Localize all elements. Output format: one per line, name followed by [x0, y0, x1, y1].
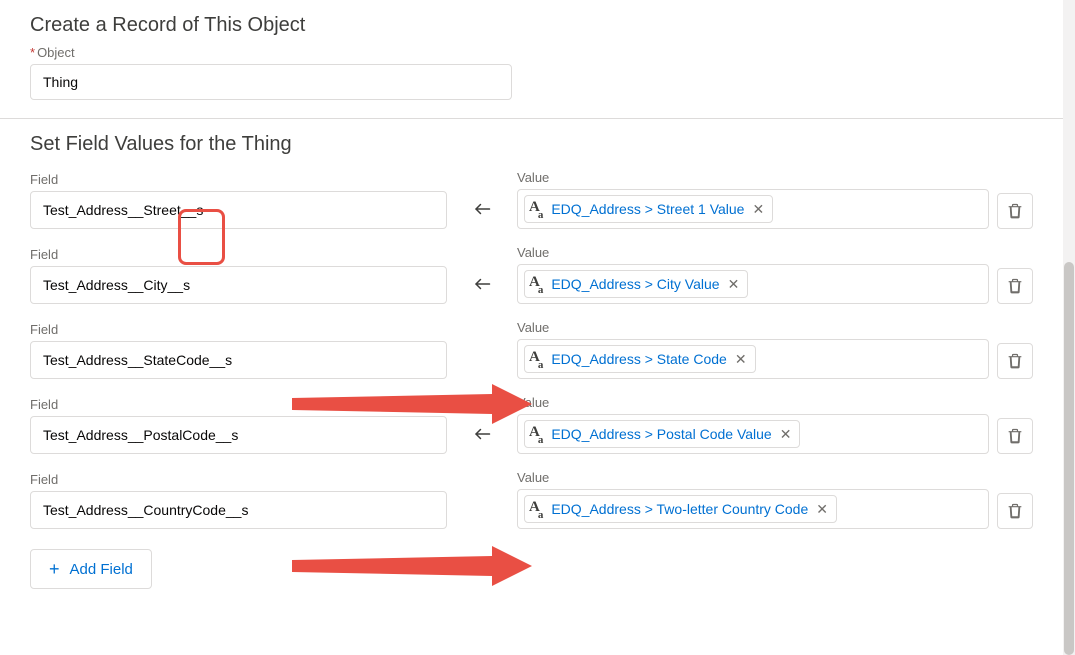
value-input[interactable]: Aa EDQ_Address > Street 1 Value ✕: [517, 189, 989, 229]
field-mapping-row: Field Value Aa EDQ_Address > Postal Code Va…: [0, 389, 1063, 464]
field-mapping-row: Field Value Aa EDQ_Address > City Value ✕: [0, 239, 1063, 314]
object-label: *Object: [30, 45, 1033, 60]
field-input[interactable]: [30, 266, 447, 304]
value-pill-label: EDQ_Address > Street 1 Value: [551, 201, 744, 217]
field-column-label: Field: [30, 397, 447, 412]
trash-icon: [1007, 353, 1023, 369]
assign-arrow-icon: [447, 373, 517, 379]
assign-arrow-icon: [447, 200, 517, 229]
field-input[interactable]: [30, 416, 447, 454]
trash-icon: [1007, 503, 1023, 519]
text-type-icon: Aa: [529, 425, 545, 443]
object-input[interactable]: [30, 64, 512, 100]
trash-icon: [1007, 203, 1023, 219]
delete-row-button[interactable]: [997, 418, 1033, 454]
field-column-label: Field: [30, 322, 447, 337]
value-column-label: Value: [517, 470, 989, 485]
plus-icon: +: [49, 560, 60, 578]
delete-row-button[interactable]: [997, 343, 1033, 379]
assign-arrow-icon: [447, 275, 517, 304]
value-input[interactable]: Aa EDQ_Address > Postal Code Value ✕: [517, 414, 989, 454]
value-column-label: Value: [517, 245, 989, 260]
value-pill[interactable]: Aa EDQ_Address > Street 1 Value ✕: [524, 195, 773, 223]
trash-icon: [1007, 428, 1023, 444]
value-pill-label: EDQ_Address > State Code: [551, 351, 727, 367]
pill-remove-icon[interactable]: ✕: [750, 201, 766, 218]
field-mapping-row: Field Value Aa EDQ_Address > Two-letter Cou…: [0, 464, 1063, 539]
field-mapping-row: Field Value Aa EDQ_Address > State Code ✕: [0, 314, 1063, 389]
page-title: Create a Record of This Object: [30, 14, 1063, 37]
pill-remove-icon[interactable]: ✕: [778, 426, 794, 443]
field-mapping-row: Field Value Aa EDQ_Address > Street 1 Value…: [0, 164, 1063, 239]
delete-row-button[interactable]: [997, 193, 1033, 229]
value-pill[interactable]: Aa EDQ_Address > Postal Code Value ✕: [524, 420, 800, 448]
text-type-icon: Aa: [529, 200, 545, 218]
assign-arrow-icon: [447, 425, 517, 454]
value-input[interactable]: Aa EDQ_Address > City Value ✕: [517, 264, 989, 304]
value-column-label: Value: [517, 320, 989, 335]
required-marker: *: [30, 45, 35, 60]
value-pill-label: EDQ_Address > Postal Code Value: [551, 426, 771, 442]
value-pill[interactable]: Aa EDQ_Address > Two-letter Country Code ✕: [524, 495, 837, 523]
assign-arrow-icon: [447, 523, 517, 529]
value-pill-label: EDQ_Address > City Value: [551, 276, 719, 292]
pill-remove-icon[interactable]: ✕: [726, 276, 742, 293]
outer-scrollbar-thumb[interactable]: [1064, 262, 1074, 655]
trash-icon: [1007, 278, 1023, 294]
pill-remove-icon[interactable]: ✕: [733, 351, 749, 368]
field-input[interactable]: [30, 191, 447, 229]
text-type-icon: Aa: [529, 500, 545, 518]
delete-row-button[interactable]: [997, 268, 1033, 304]
value-input[interactable]: Aa EDQ_Address > Two-letter Country Code ✕: [517, 489, 989, 529]
field-column-label: Field: [30, 172, 447, 187]
field-column-label: Field: [30, 472, 447, 487]
pill-remove-icon[interactable]: ✕: [814, 501, 830, 518]
delete-row-button[interactable]: [997, 493, 1033, 529]
value-pill[interactable]: Aa EDQ_Address > State Code ✕: [524, 345, 756, 373]
value-pill[interactable]: Aa EDQ_Address > City Value ✕: [524, 270, 748, 298]
value-column-label: Value: [517, 170, 989, 185]
field-column-label: Field: [30, 247, 447, 262]
field-input[interactable]: [30, 491, 447, 529]
field-input[interactable]: [30, 341, 447, 379]
section-title-set-values: Set Field Values for the Thing: [30, 133, 1063, 156]
text-type-icon: Aa: [529, 350, 545, 368]
value-input[interactable]: Aa EDQ_Address > State Code ✕: [517, 339, 989, 379]
text-type-icon: Aa: [529, 275, 545, 293]
add-field-button[interactable]: + Add Field: [30, 549, 152, 589]
value-pill-label: EDQ_Address > Two-letter Country Code: [551, 501, 808, 517]
value-column-label: Value: [517, 395, 989, 410]
